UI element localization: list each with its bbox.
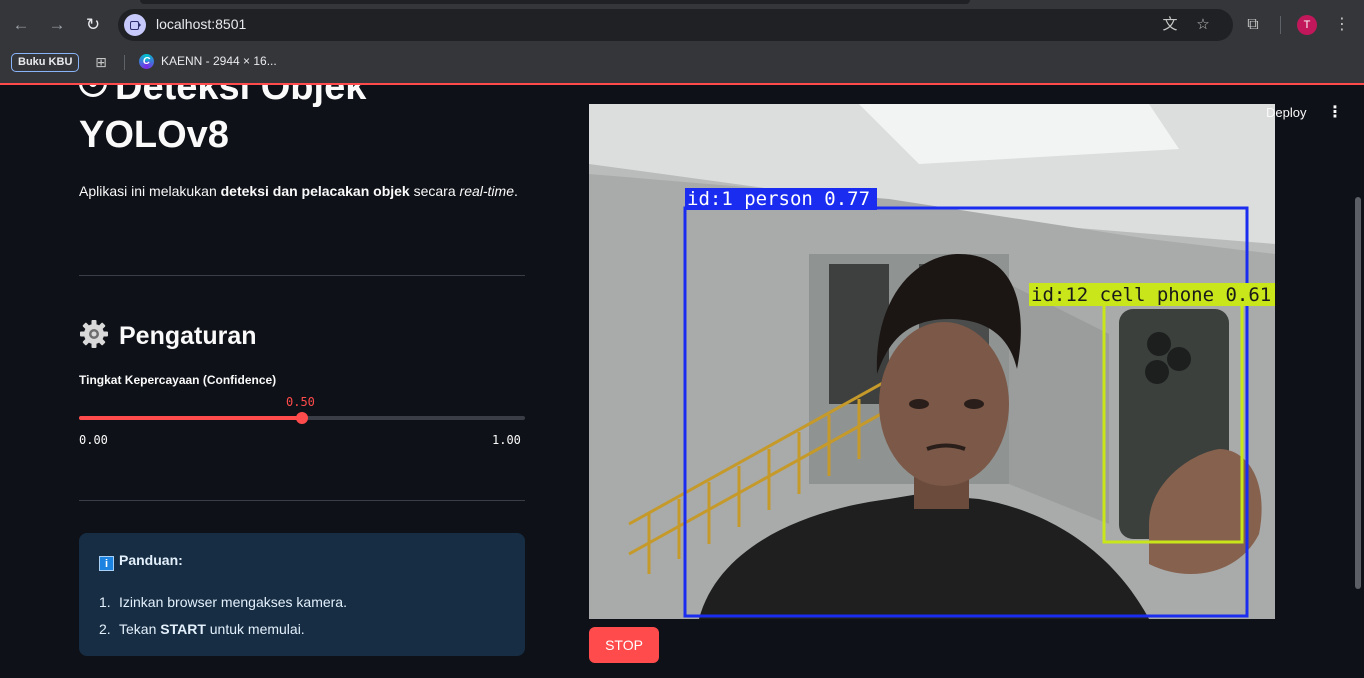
main-menu-icon[interactable]: ⋮ [1327, 104, 1343, 122]
apps-grid-icon[interactable]: ⊞ [92, 53, 110, 71]
guide-steps: 1. Izinkan browser mengakses kamera. 2. Te… [99, 589, 347, 643]
profile-avatar[interactable]: T [1297, 15, 1317, 35]
slider-max-label: 1.00 [492, 433, 521, 447]
detection-label-person: id:1 person 0.77 [687, 188, 870, 210]
confidence-slider-label: Tingkat Kepercayaan (Confidence) [79, 373, 277, 387]
step-number: 1. [99, 594, 111, 610]
browser-toolbar: ← → ↻ localhost:8501 文 ☆ ⧉ T ⋮ [0, 0, 1364, 50]
reload-icon[interactable]: ↻ [82, 14, 104, 36]
step-bold: START [160, 621, 206, 637]
bookmark-buku-kbu[interactable]: Buku KBU [11, 53, 80, 72]
step-text: untuk memulai. [205, 621, 305, 637]
confidence-slider-track[interactable] [79, 412, 525, 424]
page-title: Deteksi Objek YOLOv8 [79, 85, 499, 159]
title-line2: YOLOv8 [79, 114, 229, 156]
canva-favicon-icon[interactable]: C [139, 54, 154, 69]
deploy-button[interactable]: Deploy [1266, 105, 1306, 120]
bookmark-divider [124, 55, 125, 70]
webcam-frame-image: id:1 person 0.77 id:12 cell phone 0.61 [589, 104, 1275, 619]
slider-min-label: 0.00 [79, 433, 108, 447]
back-icon[interactable]: ← [10, 14, 32, 36]
bookmarks-bar: Buku KBU ⊞ C KAENN - 2944 × 16... [0, 50, 1364, 83]
divider [79, 275, 525, 276]
settings-heading: Pengaturan [79, 319, 257, 351]
address-bar[interactable]: localhost:8501 文 ☆ [118, 9, 1233, 41]
desc-italic: real-time [459, 183, 514, 199]
url-text[interactable]: localhost:8501 [156, 16, 246, 32]
site-info-icon[interactable] [124, 14, 146, 36]
step-number: 2. [99, 621, 111, 637]
browser-menu-icon[interactable]: ⋮ [1331, 14, 1353, 36]
webcam-stream: id:1 person 0.77 id:12 cell phone 0.61 [589, 104, 1275, 619]
confidence-slider-value: 0.50 [286, 395, 315, 409]
app-description: Aplikasi ini melakukan deteksi dan pelac… [79, 178, 519, 204]
step-text: Izinkan browser mengakses kamera. [119, 594, 347, 610]
guide-info-box: i Panduan: 1. Izinkan browser mengakses ka… [79, 533, 525, 656]
gear-icon [80, 320, 108, 348]
guide-title: Panduan: [119, 552, 183, 568]
forward-icon[interactable]: → [46, 14, 68, 36]
stop-button[interactable]: STOP [589, 627, 659, 663]
page-scrollbar[interactable] [1355, 197, 1361, 589]
desc-end: . [514, 183, 518, 199]
bookmark-star-icon[interactable]: ☆ [1193, 15, 1213, 35]
desc-text-mid: secara [409, 183, 460, 199]
confidence-slider-thumb[interactable] [296, 412, 308, 424]
detection-label-cell-phone: id:12 cell phone 0.61 [1031, 284, 1271, 306]
tab-strip [140, 0, 970, 4]
settings-title: Pengaturan [119, 322, 257, 350]
extensions-icon[interactable]: ⧉ [1242, 14, 1264, 36]
toolbar-divider [1280, 16, 1281, 34]
list-item: 2. Tekan START untuk memulai. [99, 616, 347, 643]
divider [79, 500, 525, 501]
info-icon: i [99, 556, 114, 571]
eye-icon [79, 85, 107, 97]
guide-heading: i Panduan: [99, 552, 183, 571]
app-main: Deteksi Objek YOLOv8 Aplikasi ini melaku… [0, 85, 1364, 678]
list-item: 1. Izinkan browser mengakses kamera. [99, 589, 347, 616]
desc-text: Aplikasi ini melakukan [79, 183, 221, 199]
title-line1: Deteksi Objek [115, 85, 367, 108]
bookmark-kaenn[interactable]: KAENN - 2944 × 16... [161, 54, 277, 68]
confidence-slider-fill [79, 416, 302, 420]
desc-bold: deteksi dan pelacakan objek [220, 183, 410, 199]
translate-icon[interactable]: 文 [1160, 15, 1180, 35]
step-text: Tekan [119, 621, 161, 637]
